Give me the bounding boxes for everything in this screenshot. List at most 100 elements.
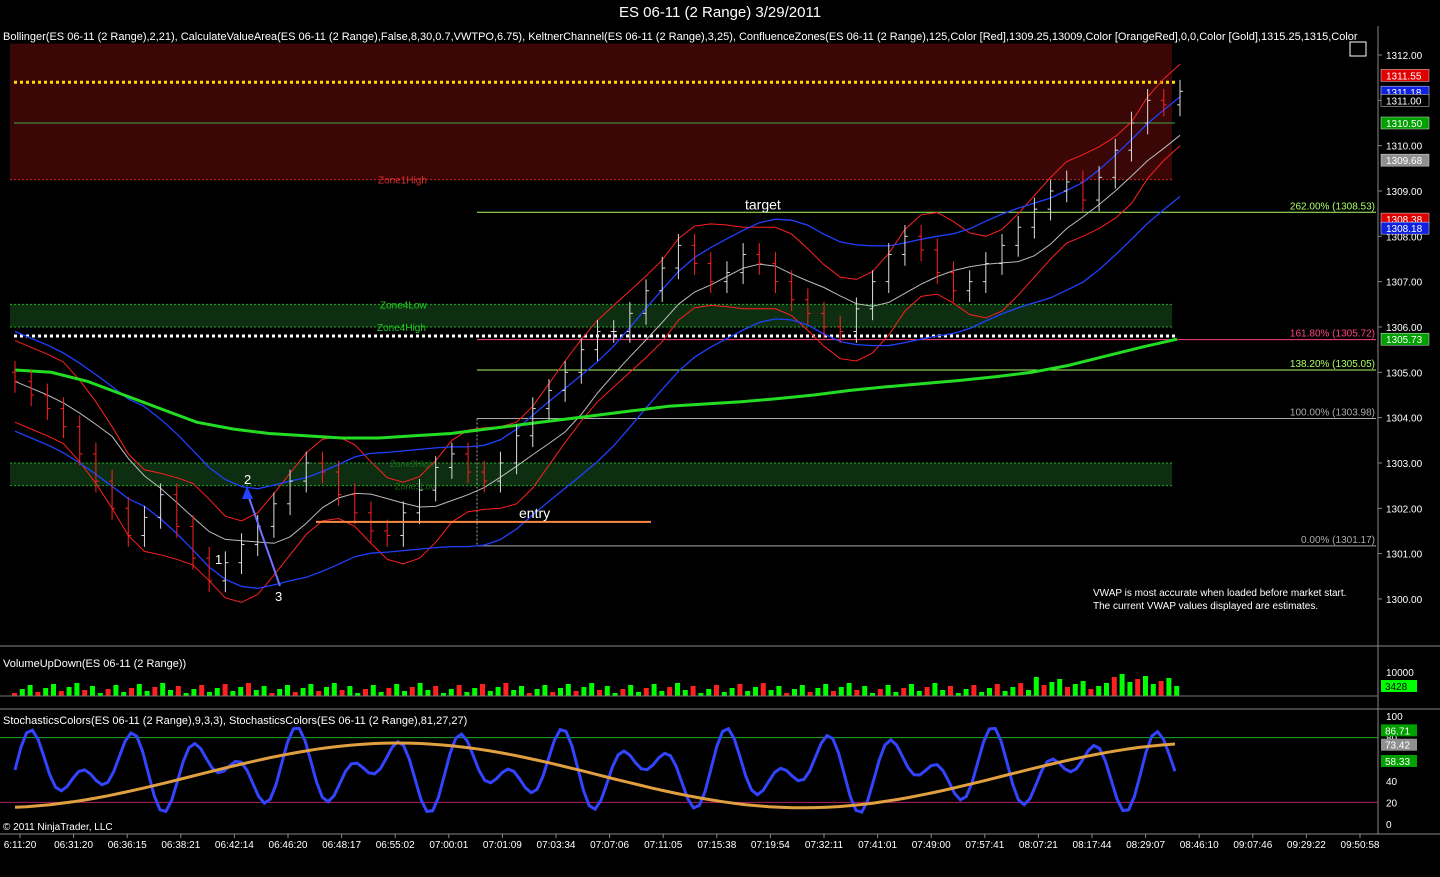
volume-bar — [1072, 684, 1078, 696]
time-tick-label: 07:19:54 — [751, 840, 790, 851]
volume-bar — [1065, 687, 1070, 696]
time-tick-label: 07:01:09 — [483, 840, 522, 851]
time-tick-label: 07:32:11 — [805, 840, 844, 851]
swing-3-label: 3 — [275, 589, 282, 604]
zone1-high-label: Zone1High — [378, 176, 427, 187]
volume-bar — [1041, 685, 1047, 696]
volume-bar — [597, 690, 602, 696]
volume-bar — [409, 687, 415, 696]
time-tick-label: 06:48:17 — [322, 840, 361, 851]
time-tick-label: 08:07:21 — [1019, 840, 1058, 851]
volume-bar — [160, 683, 166, 696]
volume-bar — [987, 688, 992, 696]
copyright: © 2011 NinjaTrader, LLC — [3, 822, 113, 833]
volume-bar — [862, 686, 868, 696]
volume-bar — [246, 683, 251, 696]
volume-bar — [667, 687, 673, 696]
entry-label: entry — [519, 505, 550, 521]
time-tick-label: 09:07:46 — [1233, 840, 1272, 851]
time-tick-label: 07:49:00 — [912, 840, 951, 851]
volume-bar — [448, 689, 454, 696]
volume-bar — [495, 687, 501, 696]
price-tick-label: 1307.00 — [1386, 278, 1423, 289]
volume-bar — [651, 684, 657, 696]
volume-bar — [1026, 690, 1031, 696]
volume-bar — [916, 691, 922, 696]
volume-bar — [331, 683, 337, 696]
volume-bar — [753, 687, 758, 696]
volume-bar — [971, 685, 977, 696]
volume-bar — [682, 690, 688, 696]
volume-bar — [854, 690, 860, 696]
volume-bar — [222, 684, 228, 696]
volume-bar — [760, 683, 766, 696]
volume-bar — [550, 692, 556, 696]
price-marker-label: 1305.73 — [1386, 335, 1423, 346]
volume-bar — [792, 689, 797, 696]
volume-bar — [43, 688, 49, 696]
volume-bar — [909, 684, 914, 696]
zone4-low-label: Zone4Low — [380, 300, 427, 311]
volume-bar — [1111, 677, 1117, 696]
time-tick-label: 06:38:21 — [161, 840, 200, 851]
time-tick-label: 07:15:38 — [697, 840, 736, 851]
volume-bar — [643, 688, 649, 696]
volume-bar — [932, 683, 938, 696]
volume-bar — [721, 692, 727, 696]
fib-label: 161.80% (1305.72) — [1290, 329, 1375, 340]
volume-bar — [776, 686, 782, 696]
volume-bar — [1049, 682, 1055, 696]
stoch-marker-label: 58.33 — [1385, 757, 1410, 768]
trading-chart[interactable]: Zone1High Zone4Low Zone4High Zone3High Zone3… — [0, 26, 1440, 877]
volume-bar — [1002, 691, 1008, 696]
volume-bar — [191, 689, 197, 696]
volume-bar — [877, 689, 883, 696]
price-tick-label: 1304.00 — [1386, 414, 1423, 425]
price-marker-label: 1311.55 — [1386, 71, 1422, 82]
volume-bar — [19, 689, 25, 696]
volume-bar — [542, 685, 548, 696]
volume-bar — [433, 686, 439, 696]
stoch-tick-label: 40 — [1386, 777, 1398, 788]
volume-bar — [1127, 682, 1133, 696]
volume-bar — [27, 685, 33, 696]
volume-bar — [472, 688, 478, 696]
fib-label: 0.00% (1301.17) — [1301, 535, 1375, 546]
vwap-note-2: The current VWAP values displayed are es… — [1093, 601, 1318, 612]
volume-bar — [144, 691, 150, 696]
price-marker-label: 1309.68 — [1386, 156, 1423, 167]
volume-bar — [519, 686, 524, 696]
volume-bar — [714, 685, 719, 696]
price-indicators-header: Bollinger(ES 06-11 (2 Range),2,21), Calc… — [3, 31, 1358, 43]
volume-bar — [66, 687, 72, 696]
price-tick-label: 1310.00 — [1386, 142, 1423, 153]
price-tick-label: 1312.00 — [1386, 51, 1423, 62]
volume-bar — [1018, 683, 1024, 696]
volume-bar — [729, 688, 735, 696]
time-tick-label: 07:57:41 — [965, 840, 1004, 851]
volume-bar — [347, 686, 353, 696]
volume-bar — [285, 685, 290, 696]
volume-bar — [394, 684, 400, 696]
volume-bar — [823, 684, 829, 696]
price-tick-label: 1306.00 — [1386, 323, 1423, 334]
volume-header: VolumeUpDown(ES 06-11 (2 Range)) — [3, 658, 186, 670]
volume-last-label: 3428 — [1385, 682, 1408, 693]
volume-bar — [979, 692, 985, 696]
volume-bar — [1119, 674, 1125, 696]
volume-bar — [1057, 679, 1063, 696]
time-tick-label: 06:31:20 — [54, 840, 93, 851]
time-tick-label: 08:29:07 — [1126, 840, 1165, 851]
volume-bar — [51, 684, 56, 696]
time-tick-label: 06:42:14 — [215, 840, 254, 851]
volume-bar — [1158, 681, 1164, 696]
volume-bar — [316, 691, 322, 696]
volume-bar — [386, 688, 392, 696]
volume-bar — [831, 691, 836, 696]
stoch-marker-label: 73.42 — [1385, 741, 1410, 752]
volume-bar — [1033, 677, 1039, 696]
volume-bar — [558, 688, 563, 696]
volume-bar — [503, 683, 509, 696]
volume-bar — [277, 689, 283, 696]
volume-bar — [168, 690, 173, 696]
